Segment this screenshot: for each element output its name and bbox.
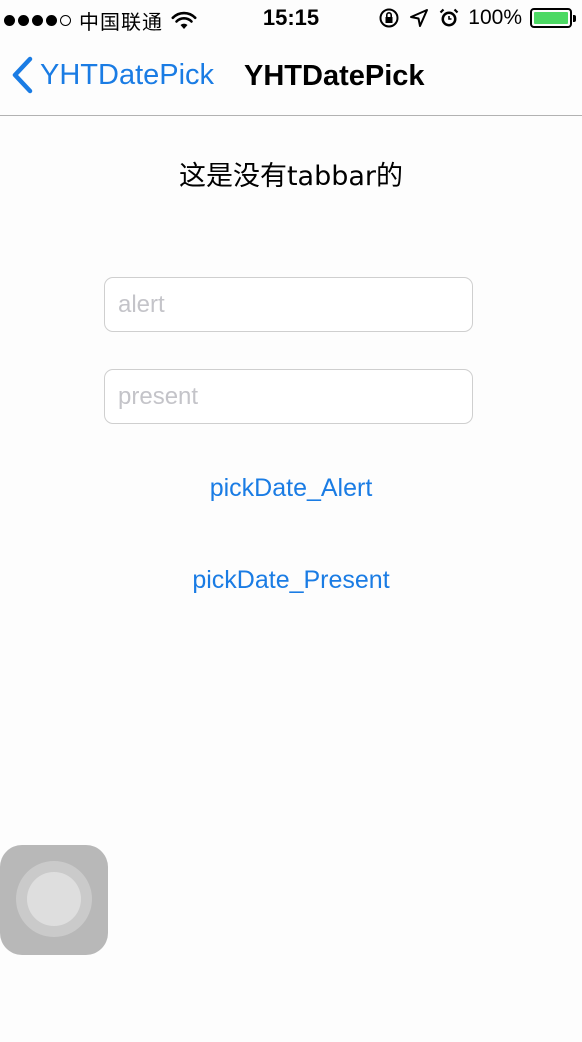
location-arrow-icon [410,9,429,27]
app-screen: 中国联通 15:15 100% YHTDatePick YHTDatePick … [0,0,582,1042]
page-title: YHTDatePick [244,60,425,92]
battery-percent: 100% [468,6,522,29]
battery-fill [534,12,568,24]
alert-date-input[interactable] [104,277,473,332]
navigation-bar: YHTDatePick YHTDatePick [0,38,582,116]
pick-date-present-button[interactable]: pickDate_Present [0,566,582,595]
battery-icon [530,8,576,28]
back-button-label: YHTDatePick [40,58,215,91]
pick-date-alert-button[interactable]: pickDate_Alert [0,474,582,503]
status-bar: 中国联通 15:15 100% [0,0,582,38]
present-date-input[interactable] [104,369,473,424]
status-right: 100% [378,6,576,30]
assistive-touch-button[interactable] [0,845,108,955]
page-heading: 这是没有tabbar的 [178,161,404,192]
orientation-lock-icon [379,8,399,28]
chevron-left-icon [12,56,33,94]
alarm-clock-icon [440,8,459,27]
assistive-touch-core [27,872,81,926]
back-button[interactable]: YHTDatePick [10,56,214,94]
